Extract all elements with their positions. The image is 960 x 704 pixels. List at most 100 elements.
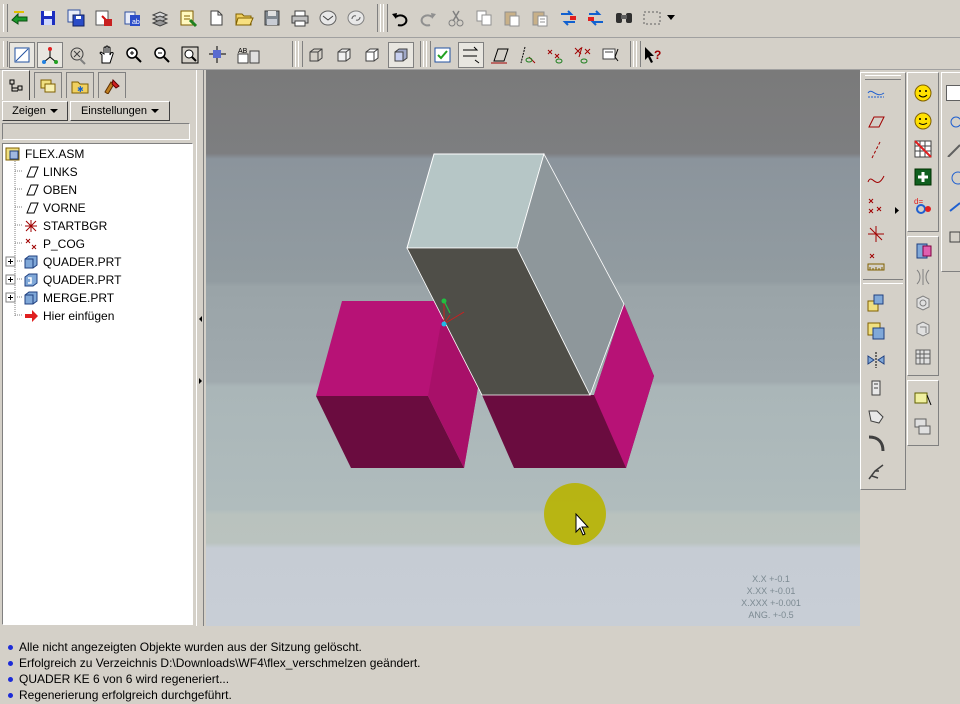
tree-node[interactable]: VORNE: [23, 199, 86, 217]
datum-plane-toggle-icon[interactable]: [432, 44, 454, 66]
zoom-in-icon[interactable]: [123, 44, 145, 66]
model-canvas[interactable]: [206, 70, 860, 626]
undo-icon[interactable]: [389, 7, 411, 29]
chevron-down-icon[interactable]: [664, 7, 678, 29]
extrude-icon[interactable]: [946, 85, 960, 101]
warp-icon[interactable]: [946, 229, 960, 243]
tree-node[interactable]: STARTBGR: [23, 217, 107, 235]
plane-display-icon[interactable]: [9, 42, 35, 68]
no-hidden-icon[interactable]: [361, 44, 383, 66]
regenerate-icon[interactable]: [9, 7, 31, 29]
toolbar-grip[interactable]: [383, 4, 388, 32]
saved-views-icon[interactable]: AB: [235, 44, 263, 66]
layer-tab[interactable]: [34, 72, 62, 98]
tree-node[interactable]: QUADER.PRT: [5, 271, 121, 289]
draft-icon[interactable]: [911, 387, 935, 411]
hole-icon[interactable]: [911, 291, 935, 315]
style-icon[interactable]: [946, 199, 960, 213]
reorient-icon[interactable]: [207, 44, 229, 66]
favorites-tab[interactable]: ✱: [66, 72, 94, 98]
blend-icon[interactable]: [946, 171, 960, 185]
toolbar-grip[interactable]: [3, 4, 8, 32]
point-display-icon[interactable]: [67, 44, 89, 66]
datum-point-toggle-icon[interactable]: [488, 44, 510, 66]
annotation-toggle-icon[interactable]: [572, 44, 594, 66]
pattern-icon[interactable]: [864, 432, 888, 456]
feature-ops-icon[interactable]: [864, 404, 888, 428]
save-file-icon[interactable]: [261, 7, 283, 29]
sweep-icon[interactable]: [864, 460, 888, 484]
round-icon[interactable]: [911, 317, 935, 341]
select-box-icon[interactable]: [641, 7, 663, 29]
collapse-arrows-icon[interactable]: [197, 316, 205, 386]
tree-node[interactable]: QUADER.PRT: [5, 253, 121, 271]
sketched-curve-icon[interactable]: [864, 81, 888, 105]
csys-toggle-icon[interactable]: [516, 44, 538, 66]
create-component-icon[interactable]: [864, 319, 888, 343]
smiley-alt-icon[interactable]: [911, 109, 935, 133]
expand-icon[interactable]: [5, 254, 23, 270]
regen-manager-icon[interactable]: [585, 7, 607, 29]
spin-center-icon[interactable]: [600, 44, 622, 66]
revolve-icon[interactable]: [946, 115, 960, 129]
cut-icon[interactable]: [445, 7, 467, 29]
toolbar-grip[interactable]: [636, 41, 641, 67]
wireframe-icon[interactable]: [305, 44, 327, 66]
rename-icon[interactable]: ab: [121, 7, 143, 29]
toolbar-grip[interactable]: [298, 41, 303, 67]
tree-filter-input[interactable]: [2, 123, 190, 140]
model-tree-tab[interactable]: [2, 70, 30, 100]
relations-icon[interactable]: d=: [911, 193, 935, 217]
datum-point-tool-icon[interactable]: [864, 194, 888, 218]
paste-special-icon[interactable]: [529, 7, 551, 29]
new-icon[interactable]: [205, 7, 227, 29]
copy-icon[interactable]: [473, 7, 495, 29]
axis-display-icon[interactable]: [37, 42, 63, 68]
toolbar-grip[interactable]: [3, 41, 8, 67]
table-icon[interactable]: [911, 137, 935, 161]
datum-plane-tool-icon[interactable]: [864, 110, 888, 134]
settings-dropdown[interactable]: Einstellungen: [70, 101, 170, 121]
tree-node[interactable]: Hier einfügen: [23, 307, 114, 325]
analysis-feature-icon[interactable]: [864, 250, 888, 274]
chamfer-icon[interactable]: [911, 345, 935, 369]
open-icon[interactable]: [233, 7, 255, 29]
graphics-viewport[interactable]: X.X +-0.1 X.XX +-0.01 X.XXX +-0.001 ANG.…: [206, 70, 860, 626]
tree-node[interactable]: OBEN: [23, 181, 77, 199]
show-dropdown[interactable]: Zeigen: [2, 101, 68, 121]
save-as-icon[interactable]: [65, 7, 87, 29]
backup-icon[interactable]: [93, 7, 115, 29]
regen-icon[interactable]: [557, 7, 579, 29]
expand-icon[interactable]: [5, 272, 23, 288]
context-help-icon[interactable]: ?: [642, 44, 664, 66]
layers-icon[interactable]: [149, 7, 171, 29]
redo-icon[interactable]: [417, 7, 439, 29]
find-icon[interactable]: [613, 7, 635, 29]
family-table-icon[interactable]: [911, 239, 935, 263]
datum-axis-toggle-icon[interactable]: [458, 42, 484, 68]
expand-icon[interactable]: [5, 290, 23, 306]
paste-icon[interactable]: [501, 7, 523, 29]
variable-sweep-icon[interactable]: [946, 143, 960, 158]
component-place-icon[interactable]: [864, 291, 888, 315]
shading-icon[interactable]: [388, 42, 414, 68]
refit-icon[interactable]: [179, 44, 201, 66]
tree-node[interactable]: LINKS: [23, 163, 78, 181]
toolbar-grip[interactable]: [865, 75, 901, 80]
save-icon[interactable]: [37, 7, 59, 29]
datum-axis-tool-icon[interactable]: [864, 138, 888, 162]
flex-icon[interactable]: [911, 265, 935, 289]
add-icon[interactable]: [911, 165, 935, 189]
toolbar-grip[interactable]: [426, 41, 431, 67]
csys-tool-icon[interactable]: [864, 222, 888, 246]
zoom-out-icon[interactable]: [151, 44, 173, 66]
smiley-icon[interactable]: [911, 81, 935, 105]
properties-tab[interactable]: [98, 72, 126, 98]
mirror-component-icon[interactable]: [864, 348, 888, 372]
spin-center-icon[interactable]: [544, 44, 566, 66]
pan-icon[interactable]: [95, 44, 117, 66]
tree-node-root[interactable]: FLEX.ASM: [5, 145, 84, 163]
tree-node[interactable]: P_COG: [23, 235, 85, 253]
hidden-line-icon[interactable]: [333, 44, 355, 66]
chevron-right-icon[interactable]: [895, 203, 901, 217]
